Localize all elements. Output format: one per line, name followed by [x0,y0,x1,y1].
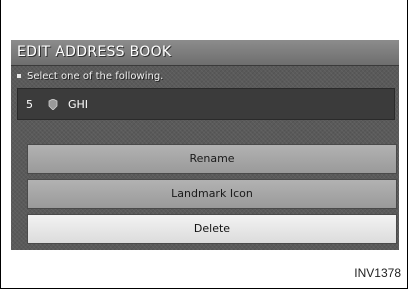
figure-frame: EDIT ADDRESS BOOK Select one of the foll… [0,0,408,289]
screen-title: EDIT ADDRESS BOOK [17,44,172,60]
entry-number: 5 [26,98,33,111]
figure-code: INV1378 [354,266,401,280]
entry-name: GHI [68,98,89,111]
navigation-screen: EDIT ADDRESS BOOK Select one of the foll… [11,40,399,250]
bullet-icon [17,74,21,78]
rename-button[interactable]: Rename [27,144,397,174]
selected-entry: 5 GHI [17,88,395,120]
instruction-label: Select one of the following. [27,71,164,82]
title-bar: EDIT ADDRESS BOOK [11,40,399,66]
landmark-icon-button[interactable]: Landmark Icon [27,179,397,209]
instruction-text: Select one of the following. [17,71,163,82]
landmark-icon [48,99,58,110]
delete-button[interactable]: Delete [27,214,397,244]
